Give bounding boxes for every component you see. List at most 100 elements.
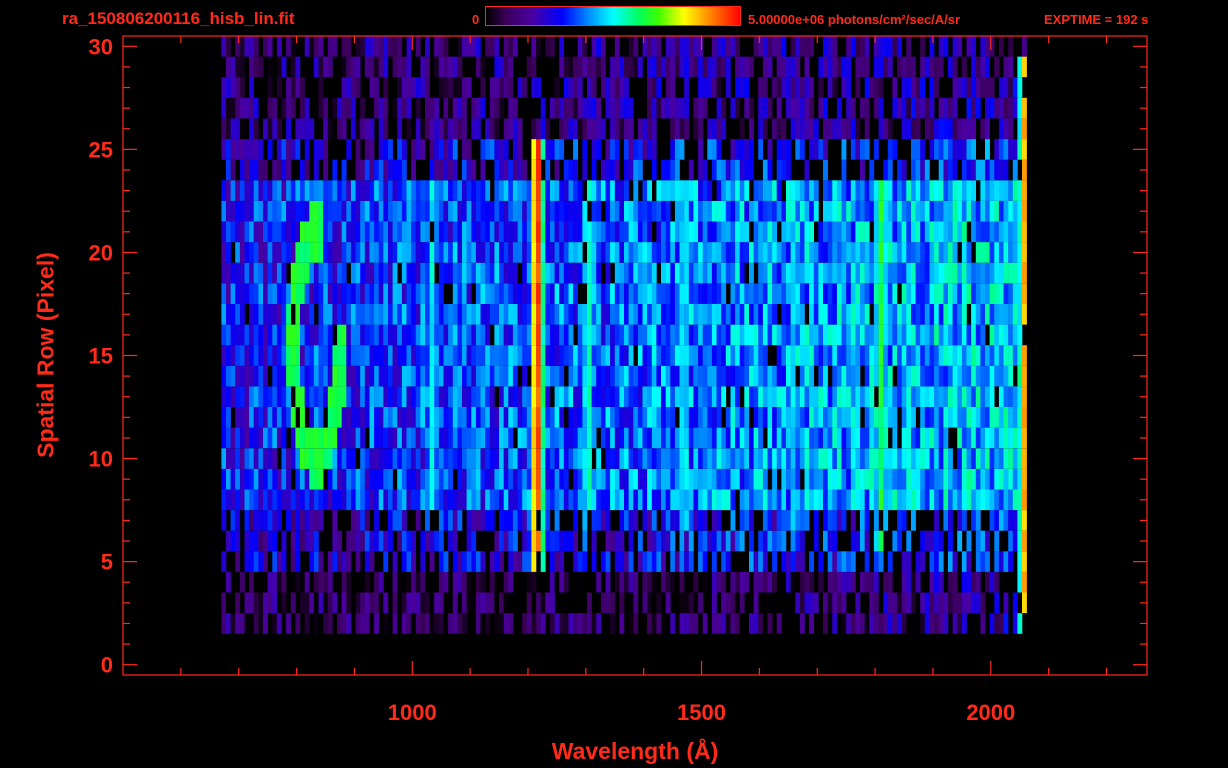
heatmap-cell — [739, 592, 745, 614]
heatmap-cell — [545, 345, 551, 366]
heatmap-cell — [253, 592, 259, 614]
heatmap-cell — [281, 407, 287, 428]
heatmap-cell — [1012, 386, 1018, 407]
heatmap-cell — [929, 180, 935, 201]
heatmap-cell — [961, 489, 967, 511]
heatmap-cell — [1008, 304, 1014, 325]
heatmap-cell — [300, 489, 305, 511]
heatmap-cell — [397, 407, 403, 428]
heatmap-cell — [226, 262, 231, 284]
heatmap-cell — [790, 77, 796, 98]
heatmap-cell — [688, 365, 694, 387]
heatmap-cell — [823, 345, 828, 366]
heatmap-cell — [434, 221, 440, 243]
heatmap-cell — [397, 221, 403, 243]
heatmap-cell — [855, 221, 861, 243]
heatmap-cell — [494, 242, 500, 263]
heatmap-cell — [332, 304, 338, 325]
heatmap-cell — [350, 200, 356, 222]
heatmap-cell — [651, 97, 657, 119]
heatmap-cell — [221, 118, 227, 140]
heatmap-cell — [536, 36, 541, 57]
heatmap-cell — [244, 221, 250, 243]
heatmap-cell — [929, 283, 935, 304]
heatmap-cell — [577, 407, 583, 428]
heatmap-cell — [975, 407, 981, 428]
heatmap-cell — [304, 118, 310, 140]
heatmap-cell — [762, 77, 768, 98]
heatmap-cell — [397, 592, 403, 614]
heatmap-cell — [610, 304, 615, 325]
heatmap-cell — [674, 97, 680, 119]
heatmap-cell — [267, 510, 273, 531]
heatmap-cell — [873, 97, 879, 119]
heatmap-cell — [786, 365, 791, 387]
heatmap-cell — [693, 97, 699, 119]
heatmap-cell — [1003, 97, 1009, 119]
heatmap-cell — [536, 407, 541, 428]
heatmap-cell — [383, 221, 389, 243]
heatmap-cell — [475, 242, 481, 263]
heatmap-cell — [716, 180, 722, 201]
heatmap-cell — [378, 427, 384, 449]
heatmap-cell — [360, 262, 366, 284]
heatmap-cell — [1017, 345, 1023, 366]
heatmap-cell — [415, 613, 421, 634]
heatmap-cell — [846, 448, 852, 469]
heatmap-cell — [397, 386, 403, 407]
heatmap-cell — [323, 200, 329, 222]
heatmap-cell — [832, 427, 838, 449]
heatmap-cell — [665, 97, 671, 119]
heatmap-cell — [804, 448, 810, 469]
heatmap-cell — [318, 592, 324, 614]
heatmap-cell — [411, 180, 416, 201]
heatmap-cell — [1003, 427, 1009, 449]
heatmap-cell — [920, 427, 926, 449]
heatmap-cell — [762, 159, 768, 181]
heatmap-cell — [873, 262, 879, 284]
heatmap-cell — [753, 324, 759, 346]
heatmap-cell — [674, 613, 680, 634]
heatmap-cell — [799, 324, 805, 346]
heatmap-cell — [832, 283, 838, 304]
heatmap-cell — [364, 592, 370, 614]
heatmap-cell — [753, 200, 759, 222]
heatmap-cell — [813, 118, 819, 140]
heatmap-cell — [827, 262, 833, 284]
heatmap-cell — [258, 159, 264, 181]
heatmap-cell — [642, 283, 648, 304]
heatmap-cell — [392, 551, 398, 572]
heatmap-cell — [550, 324, 555, 346]
heatmap-cell — [799, 36, 805, 57]
heatmap-cell — [679, 262, 685, 284]
heatmap-cell — [869, 427, 875, 449]
heatmap-cell — [772, 510, 777, 531]
heatmap-cell — [883, 221, 889, 243]
heatmap-cell — [499, 530, 504, 552]
heatmap-cell — [1012, 262, 1018, 284]
heatmap-cell — [374, 448, 379, 469]
heatmap-cell — [906, 468, 912, 490]
heatmap-cell — [313, 551, 319, 572]
heatmap-cell — [739, 77, 745, 98]
heatmap-cell — [425, 56, 430, 78]
heatmap-cell — [716, 262, 722, 284]
heatmap-cell — [350, 530, 356, 552]
heatmap-cell — [1003, 324, 1009, 346]
heatmap-cell — [253, 530, 259, 552]
heatmap-cell — [762, 118, 768, 140]
heatmap-cell — [971, 407, 976, 428]
heatmap-cell — [591, 304, 597, 325]
heatmap-cell — [313, 530, 319, 552]
heatmap-cell — [711, 592, 717, 614]
heatmap-cell — [425, 571, 430, 593]
heatmap-cell — [651, 262, 657, 284]
heatmap-cell — [610, 180, 615, 201]
heatmap-cell — [827, 551, 833, 572]
heatmap-cell — [670, 448, 676, 469]
heatmap-cell — [901, 200, 907, 222]
heatmap-cell — [434, 489, 440, 511]
heatmap-cell — [739, 345, 745, 366]
heatmap-cell — [221, 180, 227, 201]
heatmap-cell — [725, 592, 731, 614]
